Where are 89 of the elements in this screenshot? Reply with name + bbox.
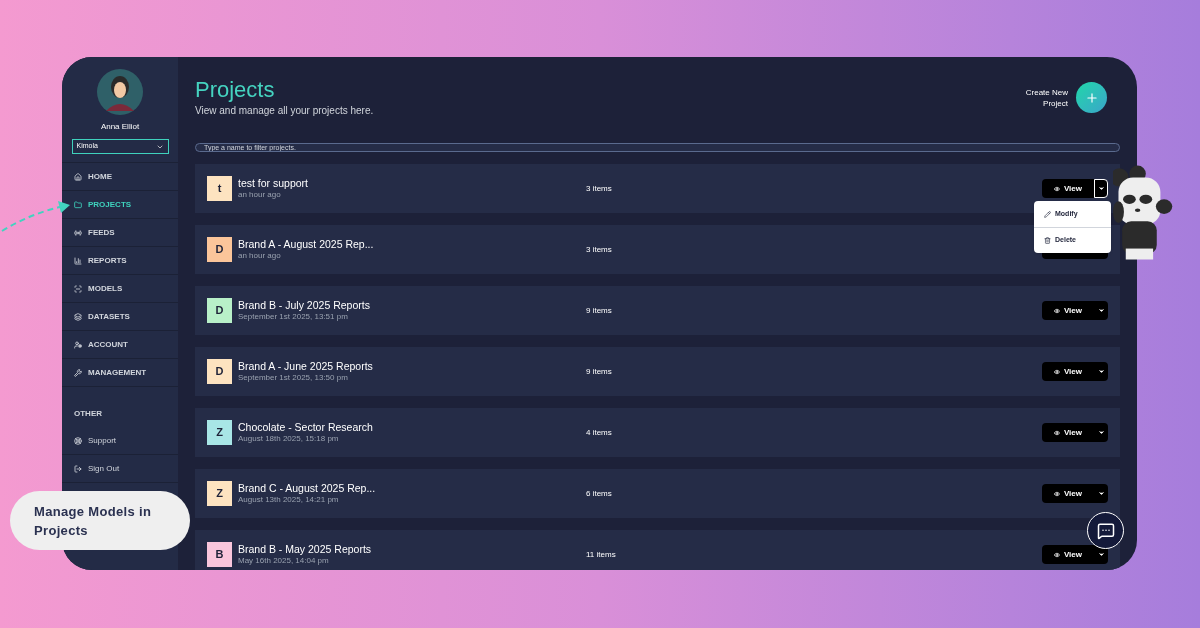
project-avatar: D bbox=[207, 298, 232, 323]
dropdown-toggle[interactable] bbox=[1094, 484, 1108, 503]
folder-icon bbox=[74, 200, 82, 209]
home-icon bbox=[74, 172, 82, 181]
project-date: September 1st 2025, 13:50 pm bbox=[238, 373, 349, 384]
project-date: September 1st 2025, 13:51 pm bbox=[238, 312, 349, 323]
item-count: 3 items bbox=[586, 182, 612, 195]
item-count: 9 items bbox=[586, 365, 612, 378]
project-row[interactable]: Z Brand C - August 2025 Rep... August 13th 2025, 14:21 pm 6 items View bbox=[195, 469, 1120, 518]
dropdown-toggle[interactable] bbox=[1094, 301, 1108, 320]
project-date: an hour ago bbox=[238, 190, 282, 201]
project-name: Brand C - August 2025 Rep... bbox=[238, 481, 376, 496]
chat-icon bbox=[1096, 521, 1115, 540]
item-count: 4 items bbox=[586, 426, 612, 439]
create-button[interactable] bbox=[1076, 82, 1107, 113]
project-name: test for support bbox=[238, 176, 309, 191]
broadcast-icon bbox=[74, 228, 82, 237]
project-avatar: Z bbox=[207, 481, 232, 506]
project-row[interactable]: B Brand B - May 2025 Reports May 16th 2025, 14:04 pm 11 items View bbox=[195, 530, 1120, 570]
dropdown-toggle[interactable] bbox=[1094, 179, 1108, 198]
layers-icon bbox=[74, 312, 82, 321]
project-name: Brand B - July 2025 Reports bbox=[238, 298, 370, 313]
project-row[interactable]: D Brand B - July 2025 Reports September 1st 2025, 13:51 pm 9 items View bbox=[195, 286, 1120, 335]
sign-out-icon bbox=[74, 464, 82, 473]
eye-icon bbox=[1054, 428, 1060, 437]
sidebar-item[interactable]: Support bbox=[74, 427, 166, 454]
lifebuoy-icon bbox=[74, 436, 82, 445]
project-name: Brand A - August 2025 Rep... bbox=[238, 237, 374, 252]
item-count: 11 items bbox=[586, 548, 616, 561]
project-avatar: D bbox=[207, 237, 232, 262]
sidebar-item[interactable]: DATASETS bbox=[74, 303, 166, 330]
trash-icon bbox=[1044, 237, 1051, 244]
project-avatar: t bbox=[207, 176, 232, 201]
user-name: Anna Elliot bbox=[100, 121, 140, 133]
project-name: Brand B - May 2025 Reports bbox=[238, 542, 372, 557]
caret-icon bbox=[1097, 307, 1105, 314]
project-row[interactable]: Z Chocolate - Sector Research August 18th 2025, 15:18 pm 4 items View bbox=[195, 408, 1120, 457]
project-name: Brand A - June 2025 Reports bbox=[238, 359, 373, 374]
project-date: May 16th 2025, 14:04 pm bbox=[238, 556, 330, 567]
project-avatar: B bbox=[207, 542, 232, 567]
view-button[interactable]: View bbox=[1042, 179, 1094, 198]
project-name: Chocolate - Sector Research bbox=[238, 420, 373, 435]
caret-icon bbox=[1097, 429, 1105, 436]
view-button[interactable]: View bbox=[1042, 301, 1094, 320]
caret-icon bbox=[1097, 185, 1105, 192]
callout-text: Manage Models in Projects bbox=[34, 502, 153, 540]
plus-icon bbox=[1084, 90, 1099, 105]
item-count: 9 items bbox=[586, 304, 612, 317]
sidebar-item[interactable]: FEEDS bbox=[74, 219, 166, 246]
section-heading: OTHER bbox=[74, 409, 102, 418]
user-gear-icon bbox=[74, 340, 82, 349]
item-count: 6 items bbox=[586, 487, 612, 500]
sidebar-item[interactable]: MANAGEMENT bbox=[74, 359, 166, 386]
view-button[interactable]: View bbox=[1042, 545, 1094, 564]
dropdown-toggle[interactable] bbox=[1094, 362, 1108, 381]
project-date: August 18th 2025, 15:18 pm bbox=[238, 434, 340, 445]
eye-icon bbox=[1054, 184, 1060, 193]
eye-icon bbox=[1054, 550, 1060, 559]
eye-icon bbox=[1054, 306, 1060, 315]
caret-icon bbox=[1097, 368, 1105, 375]
sidebar-item[interactable]: Sign Out bbox=[74, 455, 166, 482]
create-label: Create New Project bbox=[1024, 86, 1068, 109]
page-title: Projects bbox=[195, 79, 276, 101]
pencil-icon bbox=[1044, 210, 1051, 218]
view-button[interactable]: View bbox=[1042, 362, 1094, 381]
view-button[interactable]: View bbox=[1042, 423, 1094, 442]
view-button[interactable]: View bbox=[1042, 484, 1094, 503]
project-row[interactable]: D Brand A - June 2025 Reports September 1st 2025, 13:50 pm 9 items View bbox=[195, 347, 1120, 396]
sidebar-item[interactable]: ACCOUNT bbox=[74, 331, 166, 358]
item-count: 3 items bbox=[586, 243, 612, 256]
wrench-icon bbox=[74, 368, 82, 377]
eye-icon bbox=[1054, 489, 1060, 498]
eye-icon bbox=[1054, 367, 1060, 376]
project-avatar: Z bbox=[207, 420, 232, 445]
sidebar-item[interactable]: PROJECTS bbox=[74, 191, 166, 218]
project-date: an hour ago bbox=[238, 251, 282, 262]
page-subtitle: View and manage all your projects here. bbox=[195, 104, 374, 118]
caret-icon bbox=[1097, 551, 1105, 558]
bar-chart-icon bbox=[74, 256, 82, 265]
dropdown-toggle[interactable] bbox=[1094, 423, 1108, 442]
scan-icon bbox=[74, 284, 82, 293]
sidebar-item[interactable]: REPORTS bbox=[74, 247, 166, 274]
avatar bbox=[97, 69, 143, 115]
caret-icon bbox=[1097, 490, 1105, 497]
project-date: August 13th 2025, 14:21 pm bbox=[238, 495, 340, 506]
sidebar-item[interactable]: MODELS bbox=[74, 275, 166, 302]
sidebar-item[interactable]: HOME bbox=[74, 163, 166, 190]
dashed-arrow bbox=[0, 198, 72, 234]
project-avatar: D bbox=[207, 359, 232, 384]
